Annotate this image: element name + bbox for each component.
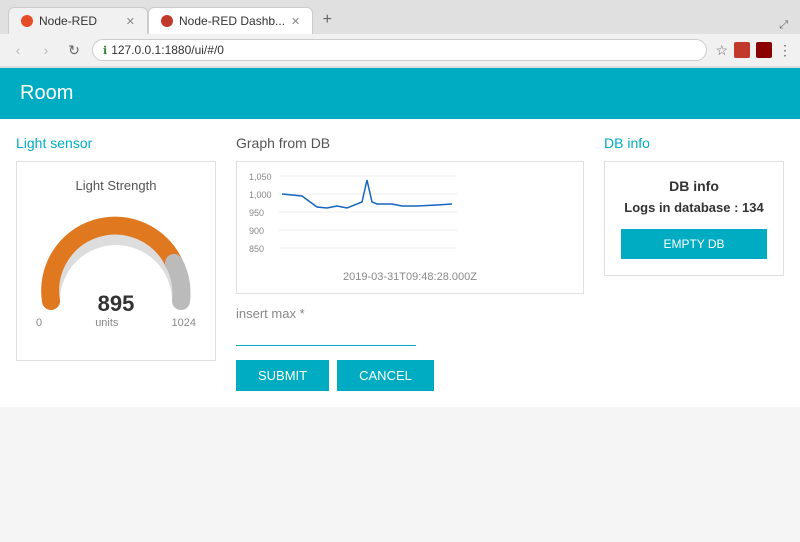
restore-btn[interactable]: ⤢ — [775, 17, 792, 34]
reload-button[interactable]: ↻ — [64, 40, 84, 60]
svg-text:1,050: 1,050 — [249, 172, 272, 182]
db-info-box: DB info Logs in database : 134 EMPTY DB — [604, 161, 784, 276]
tab-node-red-dash[interactable]: Node-RED Dashb... ✕ — [148, 7, 313, 34]
cancel-button[interactable]: CANCEL — [337, 360, 434, 391]
tab-close-1[interactable]: ✕ — [126, 15, 135, 28]
light-sensor-box: Light Strength 895 0 units 1024 — [16, 161, 216, 361]
db-box-title: DB info — [621, 178, 767, 194]
graph-box: 1,050 1,000 950 900 850 2019-03-31T09:48… — [236, 161, 584, 294]
tab-icon-2 — [161, 15, 173, 27]
new-tab-button[interactable]: + — [313, 6, 341, 34]
tab-node-red[interactable]: Node-RED ✕ — [8, 7, 148, 34]
graph-title: Graph from DB — [236, 135, 584, 151]
gauge-unit: units — [95, 317, 118, 329]
tab-end-controls: ⤢ — [775, 17, 800, 34]
svg-text:900: 900 — [249, 226, 264, 236]
db-info-section: DB info DB info Logs in database : 134 E… — [604, 135, 784, 391]
address-actions: ☆ ⋮ — [715, 42, 792, 59]
forward-button[interactable]: › — [36, 40, 56, 60]
browser-chrome: Node-RED ✕ Node-RED Dashb... ✕ + ⤢ ‹ › ↻… — [0, 0, 800, 68]
gauge-svg — [36, 211, 196, 311]
graph-timestamp: 2019-03-31T09:48:28.000Z — [247, 271, 573, 283]
insert-max-label: insert max * — [236, 306, 584, 321]
form-buttons: SUBMIT CANCEL — [236, 360, 584, 391]
tab-close-2[interactable]: ✕ — [291, 15, 300, 28]
ext-icon-2 — [756, 42, 772, 58]
main-content: Light sensor Light Strength 895 0 units … — [0, 119, 800, 407]
tab-label-2: Node-RED Dashb... — [179, 14, 285, 28]
tab-bar: Node-RED ✕ Node-RED Dashb... ✕ + ⤢ — [0, 0, 800, 34]
graph-section: Graph from DB 1,050 1,000 950 900 850 20… — [236, 135, 584, 391]
lock-icon: ℹ — [103, 44, 107, 57]
app-title: Room — [20, 82, 73, 104]
light-strength-label: Light Strength — [76, 178, 157, 193]
svg-text:850: 850 — [249, 244, 264, 254]
light-sensor-title: Light sensor — [16, 135, 216, 151]
db-logs: Logs in database : 134 — [621, 200, 767, 215]
gauge-max: 1024 — [172, 317, 196, 329]
light-sensor-section: Light sensor Light Strength 895 0 units … — [16, 135, 216, 391]
db-info-title: DB info — [604, 135, 784, 151]
url-bar[interactable]: ℹ 127.0.0.1:1880/ui/#/0 — [92, 39, 707, 61]
tab-icon-1 — [21, 15, 33, 27]
url-text: 127.0.0.1:1880/ui/#/0 — [111, 43, 224, 57]
menu-button[interactable]: ⋮ — [778, 42, 792, 59]
address-bar: ‹ › ↻ ℹ 127.0.0.1:1880/ui/#/0 ☆ ⋮ — [0, 34, 800, 67]
graph-svg: 1,050 1,000 950 900 850 — [247, 172, 457, 262]
ext-icon-1 — [734, 42, 750, 58]
empty-db-button[interactable]: EMPTY DB — [621, 229, 767, 259]
star-button[interactable]: ☆ — [715, 42, 728, 59]
submit-button[interactable]: SUBMIT — [236, 360, 329, 391]
gauge-labels: 0 units 1024 — [36, 317, 196, 329]
insert-max-input[interactable] — [236, 325, 416, 346]
gauge-min: 0 — [36, 317, 42, 329]
svg-text:1,000: 1,000 — [249, 190, 272, 200]
svg-text:950: 950 — [249, 208, 264, 218]
tab-label-1: Node-RED — [39, 14, 97, 28]
gauge-container — [36, 211, 196, 301]
back-button[interactable]: ‹ — [8, 40, 28, 60]
app-header: Room — [0, 68, 800, 119]
